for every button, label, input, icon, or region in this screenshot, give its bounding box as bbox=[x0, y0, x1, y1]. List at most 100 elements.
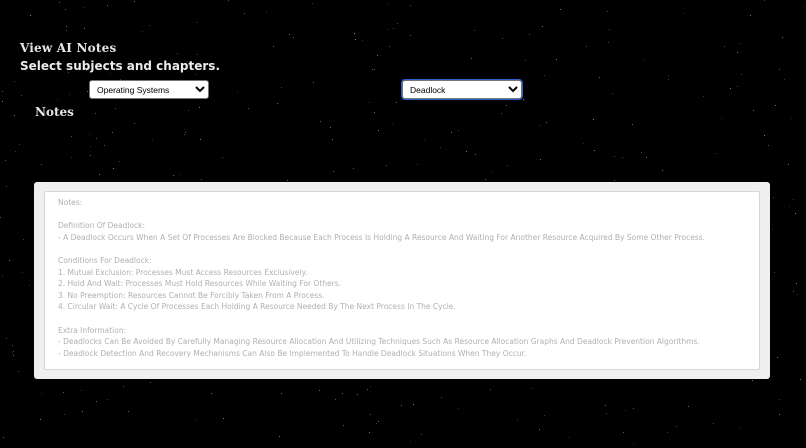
star-dot bbox=[6, 186, 7, 187]
star-dot bbox=[90, 146, 91, 147]
star-dot bbox=[177, 53, 178, 54]
notes-line: - Deadlock Detection And Recovery Mechan… bbox=[58, 348, 527, 358]
star-dot bbox=[5, 160, 6, 161]
star-dot bbox=[152, 140, 153, 141]
notes-line bbox=[58, 313, 746, 325]
star-dot bbox=[18, 371, 19, 372]
star-dot bbox=[99, 174, 100, 175]
star-dot bbox=[625, 410, 626, 411]
star-dot bbox=[281, 87, 282, 88]
star-dot bbox=[15, 151, 16, 152]
star-dot bbox=[643, 59, 644, 60]
star-dot bbox=[715, 153, 716, 154]
star-dot bbox=[441, 397, 442, 398]
chapter-select[interactable]: Deadlock bbox=[401, 79, 523, 100]
star-dot bbox=[23, 239, 24, 240]
notes-textarea[interactable]: Notes: Definition Of Deadlock: - A Deadloc… bbox=[44, 191, 760, 370]
star-dot bbox=[421, 434, 422, 435]
notes-line: 2. Hold And Wait: Processes Must Hold Re… bbox=[58, 279, 342, 289]
star-dot bbox=[594, 150, 595, 151]
star-dot bbox=[313, 82, 314, 83]
star-dot bbox=[319, 390, 320, 391]
star-dot bbox=[417, 164, 418, 165]
notes-line: Extra Information: bbox=[58, 325, 127, 335]
star-dot bbox=[523, 99, 524, 100]
star-dot bbox=[424, 140, 425, 141]
star-dot bbox=[333, 171, 334, 172]
star-dot bbox=[195, 74, 196, 75]
subject-select[interactable]: Operating Systems bbox=[89, 80, 209, 99]
star-dot bbox=[750, 15, 751, 16]
star-dot bbox=[393, 28, 394, 29]
star-dot bbox=[115, 108, 116, 109]
notes-line bbox=[58, 209, 746, 221]
star-dot bbox=[197, 54, 198, 55]
star-dot bbox=[752, 380, 753, 381]
star-dot bbox=[491, 171, 492, 172]
star-dot bbox=[662, 170, 663, 171]
star-dot bbox=[612, 93, 613, 94]
star-dot bbox=[244, 13, 245, 14]
star-dot bbox=[369, 102, 370, 103]
star-dot bbox=[0, 217, 1, 218]
star-dot bbox=[609, 29, 610, 30]
star-dot bbox=[796, 283, 797, 284]
notes-line: Notes: bbox=[58, 198, 83, 207]
star-dot bbox=[540, 125, 541, 126]
notes-line: - Deadlocks Can Be Avoided By Carefully … bbox=[58, 337, 700, 347]
star-dot bbox=[388, 4, 389, 5]
star-dot bbox=[378, 130, 379, 131]
star-dot bbox=[775, 105, 776, 106]
star-dot bbox=[134, 123, 135, 124]
star-dot bbox=[774, 272, 775, 273]
star-dot bbox=[539, 429, 540, 430]
star-dot bbox=[568, 437, 569, 438]
star-dot bbox=[354, 33, 355, 34]
star-dot bbox=[392, 124, 393, 125]
star-dot bbox=[485, 179, 486, 180]
star-dot bbox=[188, 110, 189, 111]
star-dot bbox=[544, 415, 545, 416]
star-dot bbox=[63, 392, 64, 393]
page-subtitle: Select subjects and chapters. bbox=[20, 59, 221, 73]
star-dot bbox=[228, 0, 229, 1]
star-dot bbox=[293, 37, 294, 38]
star-dot bbox=[458, 408, 459, 409]
star-dot bbox=[378, 421, 379, 422]
star-dot bbox=[69, 94, 70, 95]
star-dot bbox=[529, 34, 530, 35]
star-dot bbox=[357, 394, 358, 395]
star-dot bbox=[2, 276, 3, 277]
star-dot bbox=[475, 154, 476, 155]
star-dot bbox=[66, 30, 67, 31]
star-dot bbox=[370, 414, 371, 415]
star-dot bbox=[2, 91, 3, 92]
star-dot bbox=[40, 419, 41, 420]
star-dot bbox=[104, 145, 105, 146]
star-dot bbox=[96, 401, 97, 402]
star-dot bbox=[540, 159, 541, 160]
star-dot bbox=[784, 79, 785, 80]
star-dot bbox=[560, 9, 561, 10]
star-dot bbox=[688, 406, 689, 407]
star-dot bbox=[211, 393, 212, 394]
star-dot bbox=[9, 260, 10, 261]
star-dot bbox=[531, 388, 532, 389]
star-dot bbox=[200, 139, 201, 140]
star-dot bbox=[779, 69, 780, 70]
star-dot bbox=[556, 59, 557, 60]
star-dot bbox=[64, 414, 65, 415]
star-dot bbox=[41, 164, 42, 165]
star-dot bbox=[525, 60, 526, 61]
star-dot bbox=[793, 199, 794, 200]
star-dot bbox=[800, 379, 801, 380]
star-dot bbox=[184, 134, 185, 135]
notes-line: Conditions For Deadlock: bbox=[58, 255, 152, 265]
star-dot bbox=[14, 115, 15, 116]
star-dot bbox=[795, 213, 796, 214]
star-dot bbox=[273, 46, 274, 47]
star-dot bbox=[779, 414, 780, 415]
notes-line: Definition Of Deadlock: bbox=[58, 221, 146, 231]
star-dot bbox=[440, 147, 441, 148]
star-dot bbox=[119, 161, 120, 162]
